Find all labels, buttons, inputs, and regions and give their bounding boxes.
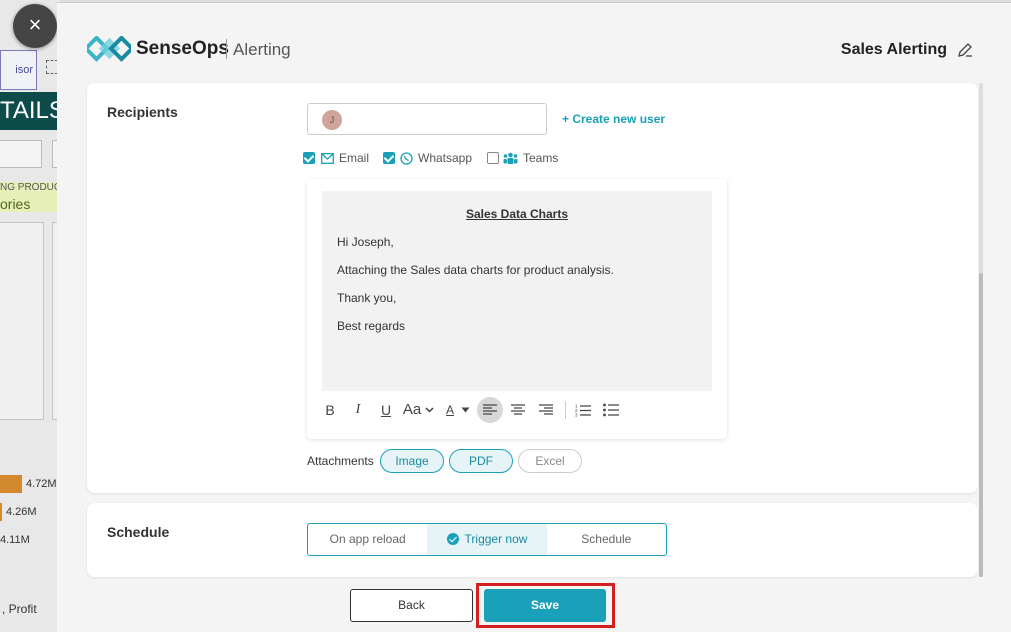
font-size-button[interactable]: Aa xyxy=(399,397,425,423)
schedule-label: Schedule xyxy=(107,524,170,540)
toolbar-divider xyxy=(565,401,566,419)
bullet-list-button[interactable] xyxy=(598,397,624,423)
message-editor: Sales Data Charts Hi Joseph, Attaching t… xyxy=(307,179,727,439)
background-tab: isor xyxy=(0,50,37,90)
alerting-modal: SenseOps Alerting Sales Alerting Recipie… xyxy=(57,2,1011,632)
bullet-list-icon xyxy=(603,403,619,417)
ordered-list-icon: 1 2 3 xyxy=(575,404,591,418)
message-line: Attaching the Sales data charts for prod… xyxy=(337,263,614,277)
trigger-now-label: Trigger now xyxy=(464,532,528,546)
message-line: Best regards xyxy=(337,319,406,333)
font-color-button[interactable]: A xyxy=(437,397,463,423)
attachment-pdf-option[interactable]: PDF xyxy=(449,449,513,473)
create-new-user-link[interactable]: + Create new user xyxy=(562,112,665,126)
edit-icon[interactable] xyxy=(957,42,973,58)
background-app: isor TAILS NG PRODUCT ories 4.72M 4.26M … xyxy=(0,0,60,632)
align-center-button[interactable] xyxy=(505,397,531,423)
svg-text:3: 3 xyxy=(575,413,578,418)
background-banner: TAILS xyxy=(0,92,57,130)
align-right-button[interactable] xyxy=(533,397,559,423)
align-right-icon xyxy=(539,404,553,415)
on-app-reload-option[interactable]: On app reload xyxy=(308,524,427,555)
align-left-icon xyxy=(483,404,497,415)
recipients-label: Recipients xyxy=(107,104,178,120)
recipient-select[interactable]: J xyxy=(307,103,547,135)
italic-button[interactable]: I xyxy=(345,397,371,423)
recipients-card: Recipients J + Create new user Email Wha… xyxy=(87,83,978,493)
background-bar xyxy=(0,503,2,521)
message-subject: Sales Data Charts xyxy=(465,207,569,221)
modal-header: SenseOps Alerting Sales Alerting xyxy=(57,3,1011,83)
email-checkbox[interactable] xyxy=(303,152,315,164)
background-product-value: ories xyxy=(0,196,31,212)
email-label: Email xyxy=(339,151,370,165)
trigger-now-option[interactable]: Trigger now xyxy=(427,524,547,555)
chevron-down-icon xyxy=(425,407,434,413)
whatsapp-checkbox[interactable] xyxy=(383,152,395,164)
teams-checkbox[interactable] xyxy=(487,152,499,164)
schedule-option[interactable]: Schedule xyxy=(547,524,666,555)
attachments-label: Attachments xyxy=(307,454,374,468)
background-axis-label: , Profit xyxy=(2,602,37,616)
teams-label: Teams xyxy=(523,151,559,165)
ordered-list-button[interactable]: 1 2 3 xyxy=(570,397,596,423)
teams-icon xyxy=(503,152,518,164)
background-product-header: NG PRODUCT xyxy=(0,182,57,193)
background-bar-value: 4.26M xyxy=(6,506,37,518)
schedule-options: On app reload Trigger now Schedule xyxy=(307,523,667,556)
check-circle-icon xyxy=(446,533,459,545)
brand-subtitle: Alerting xyxy=(233,40,291,59)
background-bar-value: 4.11M xyxy=(0,534,30,546)
scrollbar[interactable] xyxy=(979,83,983,577)
message-body[interactable]: Sales Data Charts Hi Joseph, Attaching t… xyxy=(322,191,712,391)
save-button[interactable]: Save xyxy=(484,589,606,622)
mail-icon xyxy=(321,153,334,164)
background-filter-box xyxy=(0,140,42,168)
close-button[interactable]: × xyxy=(13,4,57,48)
background-panel xyxy=(0,222,44,420)
caret-down-icon xyxy=(461,407,470,413)
message-line: Hi Joseph, xyxy=(337,235,394,249)
align-center-icon xyxy=(511,404,525,415)
underline-button[interactable]: U xyxy=(373,397,399,423)
whatsapp-label: Whatsapp xyxy=(418,151,473,165)
attachment-excel-option[interactable]: Excel xyxy=(518,449,582,473)
avatar: J xyxy=(322,110,342,130)
alert-title: Sales Alerting xyxy=(840,41,947,58)
align-left-button[interactable] xyxy=(477,397,503,423)
whatsapp-icon xyxy=(400,152,413,165)
background-bar-value: 4.72M xyxy=(26,478,57,490)
close-icon: × xyxy=(28,12,42,37)
scrollbar-thumb[interactable] xyxy=(979,273,983,577)
brand-divider xyxy=(226,39,227,59)
schedule-card: Schedule On app reload Trigger now Sched… xyxy=(87,503,978,577)
attachment-image-option[interactable]: Image xyxy=(380,449,444,473)
bold-button[interactable]: B xyxy=(317,397,343,423)
back-button[interactable]: Back xyxy=(350,589,473,622)
brand-name: SenseOps xyxy=(136,38,229,59)
message-line: Thank you, xyxy=(337,291,397,305)
background-bar xyxy=(0,475,22,493)
senseops-logo-icon xyxy=(87,36,131,62)
background-product-card: NG PRODUCT ories xyxy=(0,182,57,212)
